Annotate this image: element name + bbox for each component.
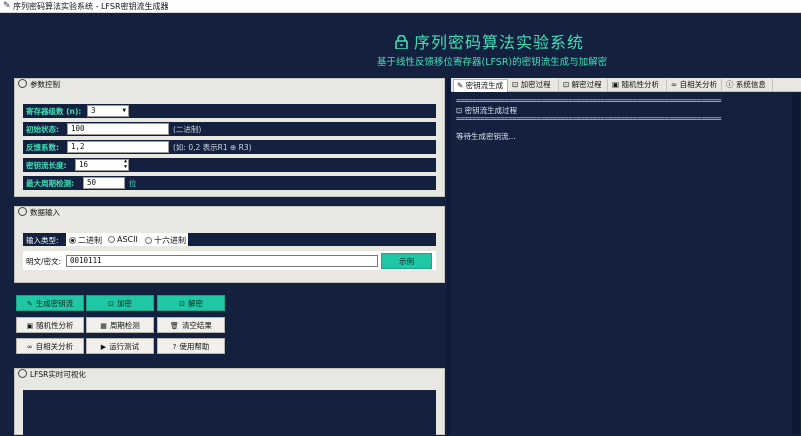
period-row: 最大周期检测: 50 位 [23,176,436,190]
viz-panel-title: LFSR实时可视化 [18,369,86,380]
unlock-icon: ⊡ [179,300,185,308]
params-panel: 参数控制 寄存器级数 (n): 3 ▼ 初始状态: 100 (二进制) 反馈系数… [14,78,445,197]
input-type-label: 输入类型: [26,236,59,245]
period-label: 最大周期检测: [26,179,74,188]
gear-icon [18,369,27,378]
example-button[interactable]: 示例 [381,253,432,269]
gear-icon [18,207,27,216]
generate-keystream-button[interactable]: ✎ 生成密钥流 [16,295,84,311]
pane-splitter[interactable] [447,78,450,435]
unlock-icon: ⊡ [563,80,572,89]
lock-icon: ⊡ [108,300,114,308]
init-hint: (二进制) [173,125,202,134]
radio-dot-icon [145,237,152,244]
stages-select[interactable]: 3 ▼ [87,105,129,117]
app-header: 序列密码算法实验系统 基于线性反馈移位寄存器(LFSR)的密钥流生成与加解密 [0,13,801,76]
app-title-row: 序列密码算法实验系统 [395,29,584,53]
stages-row: 寄存器级数 (n): 3 ▼ [23,104,436,118]
period-input[interactable]: 50 [83,177,125,189]
feather-icon: ✎ [3,1,11,11]
tab-randomness[interactable]: ▣ 随机性分析 [609,79,667,92]
separator-top: ========================================… [456,96,722,105]
feedback-label: 反馈系数: [26,143,59,152]
action-buttons: ✎ 生成密钥流 ⊡ 加密 ⊡ 解密 ▣ 随机性分析 ▦ 周期检测 🗑 清空结果 ∞ 自相关分析… [14,292,445,362]
tab-autocorr[interactable]: ∞ 自相关分析 [668,79,722,92]
trash-icon: 🗑 [170,322,179,330]
input-type-row: 输入类型: 二进制 ASCII 十六进制 [23,233,436,246]
info-icon: ⓘ [726,80,736,89]
chevron-down-icon: ▼ [122,107,126,114]
plaintext-input[interactable]: 0010111 [66,255,378,267]
link-icon: ∞ [671,80,680,89]
radio-binary[interactable]: 二进制 [69,235,102,246]
tab-sysinfo[interactable]: ⓘ 系统信息 [723,79,773,92]
app-subtitle: 基于线性反馈移位寄存器(LFSR)的密钥流生成与加解密 [377,57,608,68]
pen-icon: ✎ [457,81,466,90]
spin-arrows-icon[interactable]: ▲ ▼ [124,158,127,170]
input-panel-title: 数据输入 [18,207,60,218]
feedback-row: 反馈系数: 1,2 (如: 0,2 表示R1 ⊕ R3) [23,140,436,154]
output-scrollbar[interactable] [792,93,800,435]
viz-canvas [23,390,436,436]
output-area[interactable]: ========================================… [451,93,801,435]
chart-icon: ▣ [26,322,34,330]
period-unit: 位 [129,179,137,188]
text-row: 明文/密文: 0010111 示例 [23,251,436,270]
period-detect-button[interactable]: ▦ 周期检测 [86,317,154,333]
tab-encrypt[interactable]: ⊡ 加密过程 [509,79,559,92]
tab-decrypt[interactable]: ⊡ 解密过程 [560,79,608,92]
radio-ascii[interactable]: ASCII [108,235,138,244]
tab-keystream[interactable]: ✎ 密钥流生成 [453,79,508,92]
window-titlebar: ✎ 序列密码算法实验系统 - LFSR密钥流生成器 [0,0,801,13]
init-label: 初始状态: [26,125,59,134]
input-panel: 数据输入 输入类型: 二进制 ASCII 十六进制 明文/密文: 0010111… [14,206,445,283]
randomness-button[interactable]: ▣ 随机性分析 [16,317,84,333]
feedback-hint: (如: 0,2 表示R1 ⊕ R3) [173,143,252,152]
lock-icon [395,35,408,49]
link-icon: ∞ [26,343,33,351]
stages-label: 寄存器级数 (n): [26,107,82,116]
radio-dot-icon [69,237,76,244]
help-button[interactable]: ? 使用帮助 [157,338,225,354]
params-panel-title: 参数控制 [18,79,60,90]
feedback-input[interactable]: 1,2 [67,141,169,153]
init-row: 初始状态: 100 (二进制) [23,122,436,136]
init-state-input[interactable]: 100 [67,123,169,135]
clear-results-button[interactable]: 🗑 清空结果 [157,317,225,333]
radio-dot-icon [108,236,115,243]
gear-icon [18,79,27,88]
text-label: 明文/密文: [26,257,62,266]
window-title: 序列密码算法实验系统 - LFSR密钥流生成器 [13,2,169,11]
output-status: 等待生成密钥流... [456,132,516,141]
length-spinbox[interactable]: 16 ▲ ▼ [75,158,129,171]
output-tabs: ✎ 密钥流生成 ⊡ 加密过程 ⊡ 解密过程 ▣ 随机性分析 ∞ 自相关分析 ⓘ … [451,78,801,92]
length-label: 密钥流长度: [26,161,67,170]
autocorr-button[interactable]: ∞ 自相关分析 [16,338,84,354]
length-row: 密钥流长度: 16 ▲ ▼ [23,158,436,172]
lock-icon: ⊡ [512,80,521,89]
decrypt-button[interactable]: ⊡ 解密 [157,295,225,311]
run-test-button[interactable]: ▶ 运行测试 [86,338,154,354]
separator-bottom: ========================================… [456,114,722,123]
radio-hex[interactable]: 十六进制 [145,235,186,246]
pen-icon: ✎ [26,300,33,308]
input-type-radios: 二进制 ASCII 十六进制 [66,233,188,246]
encrypt-button[interactable]: ⊡ 加密 [86,295,154,311]
app-title: 序列密码算法实验系统 [414,33,585,52]
calendar-icon: ▦ [100,322,107,330]
play-icon: ▶ [100,343,107,351]
question-icon: ? [172,343,177,351]
viz-panel: LFSR实时可视化 [14,368,445,436]
